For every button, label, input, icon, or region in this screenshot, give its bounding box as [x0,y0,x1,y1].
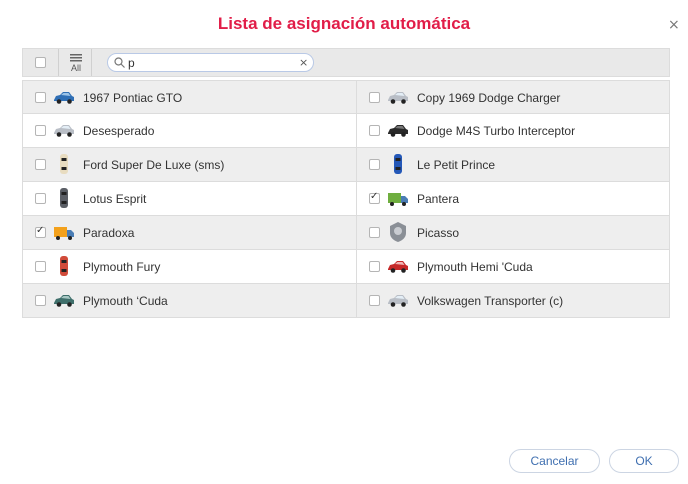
red-sports-car-icon [388,261,408,273]
list-item[interactable]: Paradoxa [23,216,357,249]
table-row: Desesperado Dodge M4S Turbo Interceptor [22,114,670,148]
table-row: Paradoxa Picasso [22,216,670,250]
item-label: Paradoxa [83,226,135,240]
list-item[interactable]: Desesperado [23,114,357,147]
silver-car-icon [54,125,74,137]
all-label: All [71,63,81,73]
beige-car-top-icon [60,154,68,174]
item-icon [53,221,75,243]
list-item[interactable]: Plymouth ‘Cuda [23,284,357,317]
item-icon [387,289,409,311]
toolbar: All × [22,48,670,77]
item-icon [387,153,409,175]
item-icon [53,187,75,209]
list-item[interactable]: 1967 Pontiac GTO [23,81,357,114]
item-checkbox[interactable] [369,227,380,238]
item-icon [53,289,75,311]
teal-car-icon [54,295,74,307]
item-checkbox[interactable] [35,193,46,204]
dialog-title: Lista de asignación automática [217,14,471,33]
blue-sports-car-icon [54,92,74,104]
list-item[interactable]: Plymouth Fury [23,250,357,283]
item-label: Desesperado [83,124,155,138]
item-checkbox[interactable] [369,159,380,170]
item-label: Ford Super De Luxe (sms) [83,158,225,172]
item-grid: 1967 Pontiac GTO Copy 1969 Dodge Charger D… [22,80,670,318]
blue-car-top-icon [394,154,402,174]
table-row: 1967 Pontiac GTO Copy 1969 Dodge Charger [22,80,670,114]
list-icon: All [70,54,82,73]
item-checkbox[interactable] [35,159,46,170]
list-item[interactable]: Ford Super De Luxe (sms) [23,148,357,181]
item-checkbox[interactable] [369,92,380,103]
list-item[interactable]: Dodge M4S Turbo Interceptor [357,114,670,147]
item-label: Picasso [417,226,460,240]
item-icon [387,187,409,209]
item-checkbox[interactable] [35,261,46,272]
item-label: Pantera [417,192,460,206]
search-icon [114,57,125,68]
item-checkbox[interactable] [369,261,380,272]
red-car-top-icon [60,256,68,276]
item-icon [53,255,75,277]
list-item[interactable]: Picasso [357,216,670,249]
silver-car-icon [388,92,408,104]
item-label: Copy 1969 Dodge Charger [417,91,561,105]
list-item[interactable]: Copy 1969 Dodge Charger [357,81,670,114]
item-checkbox[interactable] [35,92,46,103]
list-item[interactable]: Lotus Esprit [23,182,357,215]
clear-search-icon[interactable]: × [299,56,308,69]
close-icon[interactable]: × [668,18,680,32]
item-label: Plymouth ‘Cuda [83,294,168,308]
toolbar-divider [58,49,59,76]
search-input[interactable] [128,55,288,70]
toolbar-divider [91,49,92,76]
list-item[interactable]: Plymouth Hemi 'Cuda [357,250,670,283]
orange-truck-icon [54,227,74,240]
item-label: Plymouth Hemi 'Cuda [417,260,533,274]
item-icon [387,221,409,243]
list-item[interactable]: Le Petit Prince [357,148,670,181]
item-label: Le Petit Prince [417,158,496,172]
green-truck-icon [388,193,408,206]
item-checkbox[interactable] [35,225,46,238]
table-row: Plymouth ‘Cuda Volkswagen Transporter (c) [22,284,670,318]
crest-icon [390,222,406,242]
silver-car-icon [388,295,408,307]
table-row: Ford Super De Luxe (sms) Le Petit Prince [22,148,670,182]
item-label: Lotus Esprit [83,192,147,206]
select-all-checkbox[interactable] [35,57,46,68]
item-icon [387,119,409,141]
item-icon [53,119,75,141]
item-checkbox[interactable] [369,295,380,306]
table-row: Plymouth Fury Plymouth Hemi 'Cuda [22,250,670,284]
list-item[interactable]: Volkswagen Transporter (c) [357,284,670,317]
item-icon [387,255,409,277]
list-item[interactable]: Pantera [357,182,670,215]
item-checkbox[interactable] [369,191,380,204]
ok-button[interactable]: OK [609,449,679,473]
gray-car-top-icon [60,188,68,208]
item-checkbox[interactable] [35,125,46,136]
item-label: Volkswagen Transporter (c) [417,294,564,308]
item-label: Dodge M4S Turbo Interceptor [417,124,576,138]
cancel-button[interactable]: Cancelar [509,449,600,473]
search-box: × [107,53,314,72]
item-label: Plymouth Fury [83,260,161,274]
item-icon [53,153,75,175]
table-row: Lotus Esprit Pantera [22,182,670,216]
item-label: 1967 Pontiac GTO [83,91,183,105]
item-icon [387,86,409,108]
item-icon [53,86,75,108]
select-all-list-button[interactable]: All [67,53,85,73]
black-sports-car-icon [388,125,408,137]
item-checkbox[interactable] [369,125,380,136]
item-checkbox[interactable] [35,295,46,306]
